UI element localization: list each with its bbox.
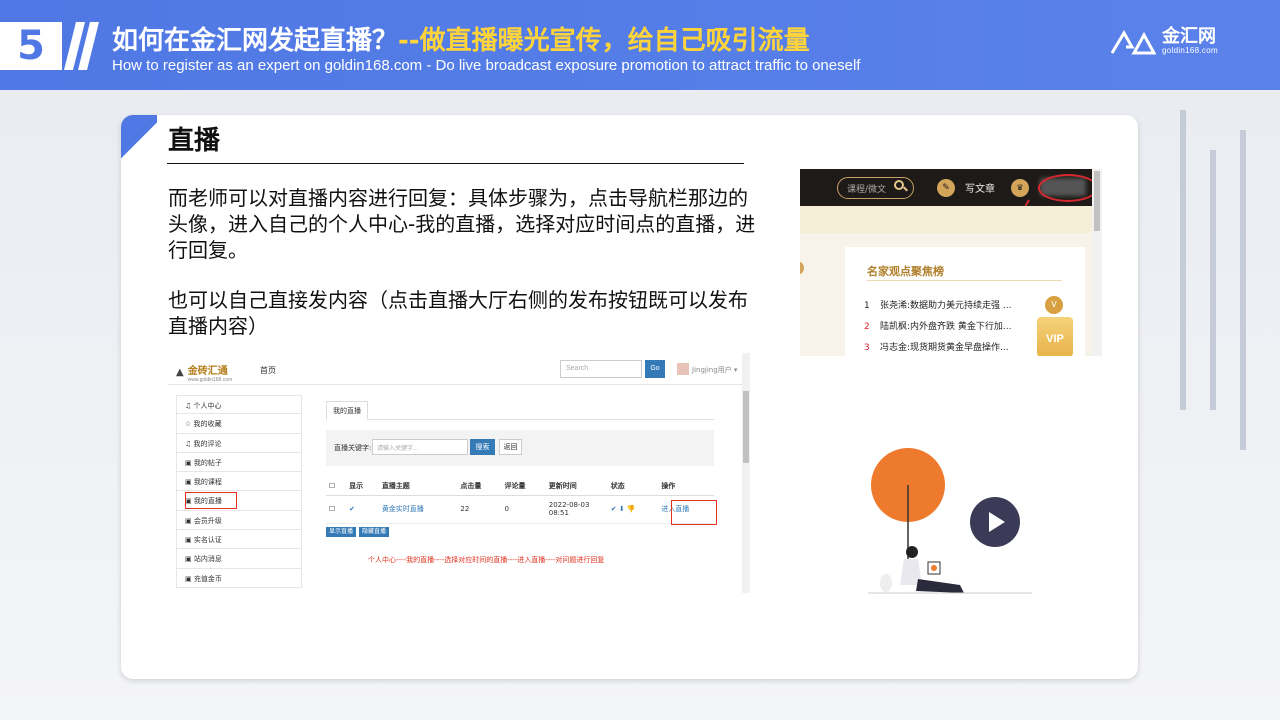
crown-icon[interactable]: ♛ <box>1011 179 1029 197</box>
sidebar-item[interactable]: ▣ 会员升级 <box>176 510 302 531</box>
col-status: 状态 <box>607 477 659 496</box>
col-clicks: 点击量 <box>457 477 502 496</box>
filter-back-button[interactable]: 返回 <box>499 439 522 455</box>
header-title-highlight: --做直播曝光宣传，给自己吸引流量 <box>398 26 810 56</box>
row-show-check-icon: ✔ <box>346 495 379 524</box>
ranking-item[interactable]: 2 陆凯枫:内外盘齐跌 黄金下行加... <box>864 319 1011 332</box>
write-article-link[interactable]: 写文章 <box>965 180 995 195</box>
sidebar-item[interactable]: ▣ 站内消息 <box>176 549 302 569</box>
site-logo[interactable]: ▲ 金砖汇通 www.goldin168.com <box>176 362 232 383</box>
tab-underline <box>326 419 714 420</box>
sidebar-item[interactable]: ♫ 个人中心 <box>176 395 302 415</box>
card-corner-accent <box>121 115 157 165</box>
sidebar-item[interactable]: ☆ 我的收藏 <box>176 414 302 434</box>
col-comments: 评论量 <box>501 477 546 496</box>
banner-strip <box>800 206 1102 233</box>
brand-logo: 金汇网 goldin168.com <box>1110 28 1218 55</box>
pen-icon[interactable]: ✎ <box>937 179 955 197</box>
row-comments: 0 <box>501 495 546 524</box>
slide-header: 5 如何在金汇网发起直播？--做直播曝光宣传，给自己吸引流量 How to re… <box>0 0 1280 90</box>
play-button[interactable] <box>970 497 1020 547</box>
background-candle <box>1210 150 1216 410</box>
sidebar-item[interactable]: ▣ 充值金币 <box>176 568 302 588</box>
scrollbar[interactable] <box>742 353 750 593</box>
table-row: ☐ ✔ 黄金实时直播 22 0 2022-08-03 08:51 ✔ ⬇ 👎 进… <box>326 495 714 524</box>
sidebar-item[interactable]: ♫ 我的评论 <box>176 433 302 453</box>
section-number: 5 <box>0 22 62 70</box>
paragraph-reply: 而老师可以对直播内容进行回复：具体步骤为，点击导航栏那边的头像，进入自己的个人中… <box>168 186 756 262</box>
filter-label: 直播关键字: <box>334 444 372 452</box>
logo-mark-icon <box>1110 29 1156 54</box>
row-topic-link[interactable]: 黄金实时直播 <box>378 495 458 524</box>
hide-live-button[interactable]: 隐藏直播 <box>359 527 389 537</box>
search-input[interactable]: Search <box>560 360 642 378</box>
card-title: 直播 <box>168 126 221 156</box>
row-status-icons[interactable]: ✔ ⬇ 👎 <box>607 495 659 524</box>
avatar[interactable] <box>677 363 689 375</box>
ranking-title: 名家观点聚焦榜 <box>867 265 944 278</box>
logo-name: 金汇网 <box>1162 26 1216 47</box>
scrollbar-thumb[interactable] <box>743 391 749 463</box>
vip-badge[interactable]: VIP <box>1037 317 1073 356</box>
paragraph-publish: 也可以自己直接发内容（点击直播大厅右侧的发布按钮既可以发布直播内容） <box>168 288 748 338</box>
background-candle <box>1240 130 1246 450</box>
title-divider <box>167 163 744 164</box>
scrollbar-thumb[interactable] <box>1094 171 1100 231</box>
screenshot-site-header: 课程/微文 ✎ 写文章 ♛ 名家观点聚焦榜 1 张尧浠:数据助力美元持续走强 ..… <box>800 169 1102 356</box>
search-icon[interactable] <box>894 180 904 190</box>
ranking-item[interactable]: 3 冯志金:现货期货黄金早盘操作... <box>864 340 1009 353</box>
ranking-item[interactable]: 1 张尧浠:数据助力美元持续走强 ... <box>864 298 1011 311</box>
show-live-button[interactable]: 显示直播 <box>326 527 356 537</box>
sidebar-item[interactable]: ▣ 实名认证 <box>176 530 302 550</box>
medal-icon: V <box>1045 296 1063 314</box>
search-go-button[interactable]: Go <box>645 360 665 378</box>
row-clicks: 22 <box>457 495 502 524</box>
sidebar-item[interactable]: ▣ 我的帖子 <box>176 452 302 473</box>
highlight-ellipse <box>1038 174 1098 202</box>
col-check[interactable]: ☐ <box>326 477 347 496</box>
row-checkbox[interactable]: ☐ <box>326 495 347 524</box>
screenshot-personal-center: ▲ 金砖汇通 www.goldin168.com 首页 Search Go Jing… <box>168 353 750 593</box>
logo-domain: goldin168.com <box>1162 46 1218 55</box>
live-table: ☐ 显示 直播主题 点击量 评论量 更新时间 状态 操作 ☐ ✔ 黄金实时直播 … <box>326 477 714 524</box>
ranking-divider <box>867 280 1062 281</box>
sidebar-item[interactable]: ▣ 我的课程 <box>176 472 302 492</box>
header-title: 如何在金汇网发起直播？--做直播曝光宣传，给自己吸引流量 <box>112 26 810 56</box>
keyword-input[interactable]: 请输入关键字... <box>372 439 468 455</box>
nav-home-link[interactable]: 首页 <box>260 365 276 376</box>
row-updated: 2022-08-03 08:51 <box>545 495 608 524</box>
col-show: 显示 <box>346 477 379 496</box>
user-menu[interactable]: Jingjing用户 ▾ <box>692 365 737 375</box>
step-note: 个人中心----我的直播----选择对应时间的直播----进入直播----对问题… <box>368 556 605 564</box>
highlight-box-my-live <box>185 492 237 509</box>
col-updated: 更新时间 <box>545 477 608 496</box>
col-action: 操作 <box>658 477 714 496</box>
table-header-row: ☐ 显示 直播主题 点击量 评论量 更新时间 状态 操作 <box>326 477 714 496</box>
filter-search-button[interactable]: 搜索 <box>470 439 495 455</box>
header-subtitle: How to register as an expert on goldin16… <box>112 57 861 74</box>
tab-my-live[interactable]: 我的直播 <box>326 401 368 420</box>
highlight-box-enter-live <box>671 500 717 525</box>
col-topic: 直播主题 <box>378 477 458 496</box>
background-candle <box>1180 110 1186 410</box>
decor-dot <box>800 261 804 275</box>
